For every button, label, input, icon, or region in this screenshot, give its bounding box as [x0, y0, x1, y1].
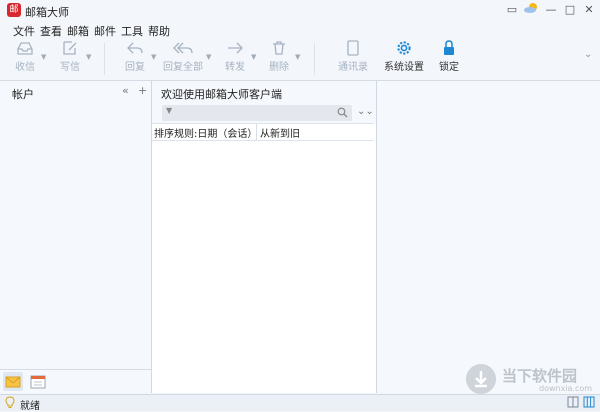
calendar-view-button[interactable]	[28, 372, 48, 391]
receive-dropdown-icon[interactable]: ▼	[41, 53, 46, 61]
forward-button[interactable]: 转发	[222, 40, 248, 73]
mail-view-button[interactable]	[3, 372, 23, 391]
mail-icon	[5, 376, 21, 388]
toolbar-divider	[104, 43, 105, 75]
receive-button[interactable]: 收信	[12, 40, 38, 73]
reply-button[interactable]: 回复	[122, 40, 148, 73]
reply-all-icon	[173, 42, 193, 54]
mail-list-panel: 欢迎使用邮箱大师客户端 ▼ ⌄⌄ 排序规则:日期（会话） 从新到旧	[152, 81, 377, 393]
panel-switcher	[0, 369, 151, 394]
minimize-button[interactable]: —	[542, 2, 560, 18]
toolbar: 收信 ▼ 写信 ▼ 回复 ▼ 回复全部 ▼ 转发 ▼ 删除 ▼ 通讯录 系统设置…	[0, 37, 600, 81]
delete-label: 删除	[269, 62, 289, 73]
reply-all-button[interactable]: 回复全部	[163, 40, 203, 73]
search-filter-dropdown-icon[interactable]: ▼	[166, 106, 172, 115]
contacts-label: 通讯录	[338, 62, 368, 73]
delete-dropdown-icon[interactable]: ▼	[295, 53, 300, 61]
contacts-icon	[347, 40, 359, 56]
contacts-button[interactable]: 通讯录	[336, 40, 370, 73]
forward-label: 转发	[225, 62, 245, 73]
account-panel-title: 帐户	[12, 88, 34, 101]
weather-icon[interactable]	[522, 2, 540, 18]
reply-dropdown-icon[interactable]: ▼	[151, 53, 156, 61]
sort-divider	[256, 124, 257, 140]
layout-split-icon[interactable]	[567, 396, 579, 408]
reading-pane	[377, 81, 600, 393]
watermark-text: 当下软件园	[502, 367, 578, 385]
compose-label: 写信	[60, 62, 80, 73]
trash-icon	[273, 41, 285, 55]
welcome-title: 欢迎使用邮箱大师客户端	[161, 88, 282, 101]
maximize-button[interactable]: □	[561, 2, 579, 18]
close-button[interactable]: ✕	[580, 2, 598, 18]
add-account-icon[interactable]: +	[138, 84, 147, 97]
reply-all-dropdown-icon[interactable]: ▼	[206, 53, 211, 61]
watermark-subtext: downxia.com	[539, 384, 593, 393]
lock-button[interactable]: 锁定	[436, 40, 462, 73]
lightbulb-icon	[5, 396, 15, 408]
lock-label: 锁定	[439, 62, 459, 73]
title-bar: 邮 邮箱大师 ▭ — □ ✕	[0, 0, 600, 20]
watermark-download-icon	[466, 364, 496, 394]
account-panel: 帐户 « +	[0, 81, 152, 393]
app-logo-icon: 邮	[7, 3, 21, 17]
search-icon[interactable]	[337, 107, 348, 118]
search-input[interactable]: ▼	[162, 105, 352, 121]
reply-all-label: 回复全部	[163, 62, 203, 73]
receive-label: 收信	[15, 62, 35, 73]
mail-list-header: 欢迎使用邮箱大师客户端 ▼ ⌄⌄	[152, 81, 376, 123]
settings-label: 系统设置	[384, 62, 424, 73]
calendar-icon	[30, 375, 46, 389]
reply-icon	[127, 42, 143, 54]
reply-label: 回复	[125, 62, 145, 73]
forward-dropdown-icon[interactable]: ▼	[251, 53, 256, 61]
lock-icon	[444, 40, 454, 55]
sort-rule-button[interactable]: 排序规则:日期（会话）	[154, 125, 257, 140]
expand-options-icon[interactable]: ⌄⌄	[357, 106, 374, 117]
collapse-panel-icon[interactable]: «	[122, 84, 129, 97]
settings-button[interactable]: 系统设置	[383, 40, 425, 73]
compose-icon	[63, 41, 77, 55]
layout-columns-icon[interactable]	[583, 396, 595, 408]
inbox-icon	[17, 42, 33, 55]
forward-icon	[228, 42, 243, 54]
status-bar: 就绪	[0, 394, 600, 412]
app-title: 邮箱大师	[25, 6, 69, 19]
gear-icon	[397, 41, 411, 55]
compose-button[interactable]: 写信	[57, 40, 83, 73]
sort-bar: 排序规则:日期（会话） 从新到旧	[152, 123, 374, 141]
delete-button[interactable]: 删除	[266, 40, 292, 73]
compose-dropdown-icon[interactable]: ▼	[86, 53, 91, 61]
message-icon[interactable]: ▭	[503, 2, 521, 18]
menu-bar: 文件 查看 邮箱 邮件 工具 帮助	[0, 20, 600, 38]
sort-order-button[interactable]: 从新到旧	[260, 125, 300, 140]
toolbar-divider	[314, 43, 315, 75]
toolbar-overflow-icon[interactable]: ⌄	[584, 49, 592, 60]
